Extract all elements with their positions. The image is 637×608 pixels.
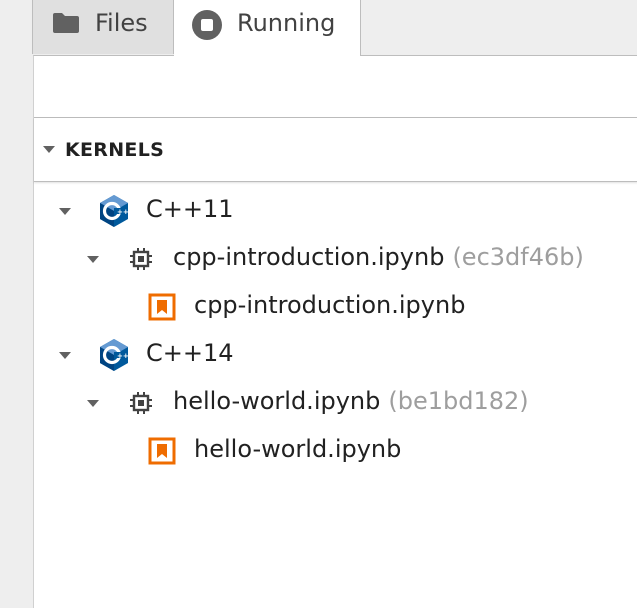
running-toolbar: [34, 56, 637, 118]
kernels-section-header[interactable]: KERNELS: [34, 118, 637, 182]
session-name: hello-world.ipynb: [173, 387, 381, 415]
session-name: cpp-introduction.ipynb: [173, 243, 445, 271]
folder-icon: [52, 12, 80, 40]
document-row-hello-world[interactable]: hello-world.ipynb: [34, 430, 637, 470]
caret-down-icon[interactable]: [59, 352, 71, 359]
caret-down-icon[interactable]: [43, 146, 55, 153]
kernel-id: (be1bd182): [388, 387, 529, 415]
kernel-row-cpp11[interactable]: ++ C++11: [34, 190, 637, 230]
caret-down-icon[interactable]: [59, 208, 71, 215]
document-name: hello-world.ipynb: [194, 435, 402, 463]
svg-text:++: ++: [117, 208, 129, 216]
session-label: hello-world.ipynb (be1bd182): [173, 387, 529, 415]
cpp-logo-icon: ++: [98, 194, 130, 234]
tab-running-label: Running: [237, 9, 336, 37]
kernel-name: C++14: [146, 339, 234, 367]
kernel-chip-icon: [129, 391, 153, 421]
tab-files-label: Files: [95, 9, 148, 37]
running-panel: KERNELS ++ C++11 cpp-introduction.ipynb …: [33, 55, 637, 608]
kernel-name: C++11: [146, 195, 234, 223]
kernel-chip-icon: [129, 247, 153, 277]
tab-files[interactable]: Files: [32, 0, 174, 54]
caret-down-icon[interactable]: [87, 256, 99, 263]
stop-circle-icon: [191, 9, 223, 47]
kernel-row-cpp14[interactable]: ++ C++14: [34, 334, 637, 374]
document-name: cpp-introduction.ipynb: [194, 291, 466, 319]
sidebar-tabbar: Files Running: [0, 0, 637, 56]
notebook-icon: [148, 293, 176, 327]
notebook-icon: [148, 437, 176, 471]
svg-text:++: ++: [117, 352, 129, 360]
kernel-id: (ec3df46b): [452, 243, 584, 271]
cpp-logo-icon: ++: [98, 338, 130, 378]
session-row-hello-world[interactable]: hello-world.ipynb (be1bd182): [34, 382, 637, 422]
document-row-cpp-introduction[interactable]: cpp-introduction.ipynb: [34, 286, 637, 326]
session-label: cpp-introduction.ipynb (ec3df46b): [173, 243, 584, 271]
session-row-cpp-introduction[interactable]: cpp-introduction.ipynb (ec3df46b): [34, 238, 637, 278]
tab-running[interactable]: Running: [174, 0, 361, 56]
section-title: KERNELS: [65, 139, 165, 161]
caret-down-icon[interactable]: [87, 400, 99, 407]
